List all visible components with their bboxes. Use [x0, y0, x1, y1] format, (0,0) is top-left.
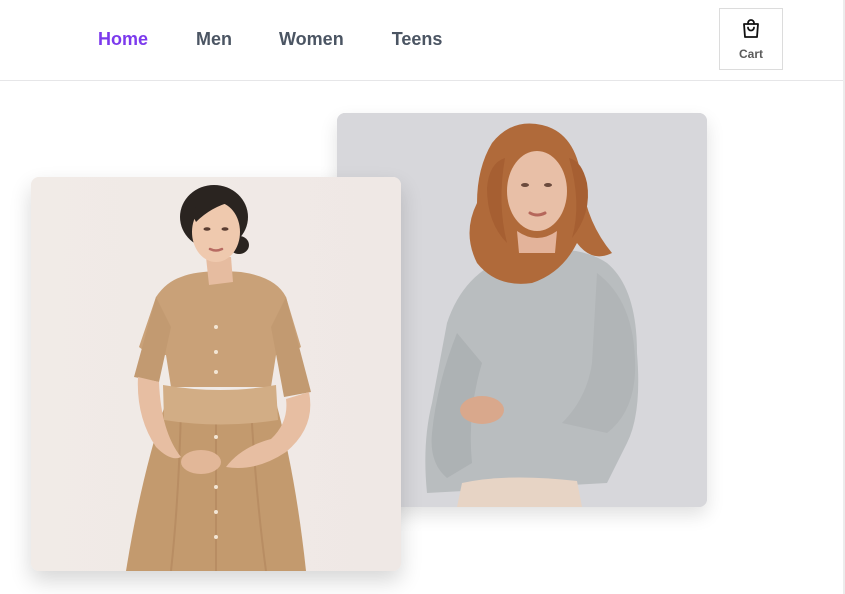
nav-link-home[interactable]: Home: [98, 28, 148, 50]
cart-button[interactable]: Cart: [719, 8, 783, 70]
nav-link-teens[interactable]: Teens: [392, 28, 443, 50]
woman-tan-dress-photo: [31, 177, 401, 571]
nav-link-men[interactable]: Men: [196, 28, 232, 50]
top-navbar: Home Men Women Teens Cart: [0, 0, 843, 81]
shopping-bag-icon: [743, 19, 759, 38]
page: Home Men Women Teens Cart: [0, 0, 845, 594]
women-collection-image[interactable]: [31, 177, 401, 571]
cart-label: Cart: [738, 47, 763, 61]
nav-link-women[interactable]: Women: [279, 28, 344, 50]
main-nav: Home Men Women Teens: [98, 28, 442, 50]
